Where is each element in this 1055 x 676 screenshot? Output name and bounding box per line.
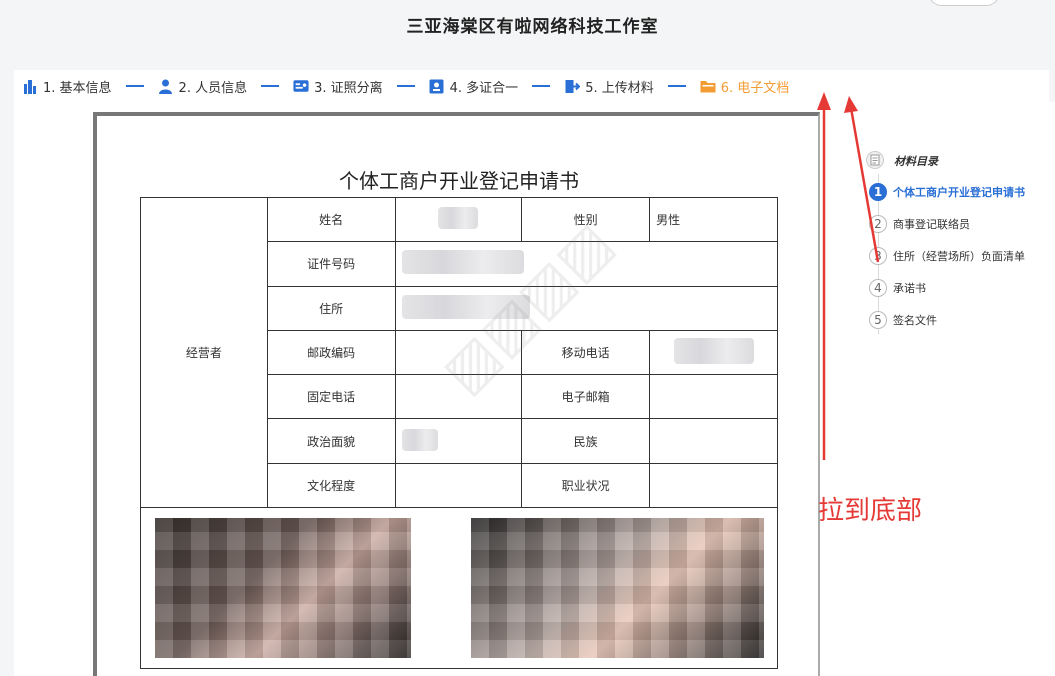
catalog-item-label: 住所（经营场所）负面清单 (893, 250, 1025, 263)
step-label: 6. 电子文档 (720, 80, 790, 96)
table-bottom-border (140, 668, 778, 669)
document-list-icon (866, 150, 884, 172)
upload-icon (564, 78, 580, 94)
step-electronic-documents[interactable]: 6. 电子文档 (700, 77, 790, 96)
field-label: 性别 (521, 196, 651, 243)
catalog-item-number: 3 (869, 247, 887, 265)
field-value: 男性 (649, 196, 778, 243)
field-label: 政治面貌 (266, 418, 396, 464)
step-personnel-info[interactable]: 2. 人员信息 (158, 77, 248, 96)
application-form-table: 经营者 姓名 性别 男性 证件号码 住所 邮政编码 移动电话 固定电话 电子邮箱 (140, 196, 778, 509)
page: 三亚海棠区有啦网络科技工作室 1. 基本信息 2. 人员信息 3. 证照分离 4… (0, 0, 1055, 676)
field-value (394, 374, 523, 420)
step-divider (261, 85, 280, 87)
id-card-photo-front (155, 518, 411, 658)
catalog-header: 材料目录 (866, 146, 1051, 176)
catalog-item-number: 2 (869, 215, 887, 233)
catalog-item-label: 签名文件 (893, 314, 937, 327)
catalog-item-number: 4 (869, 279, 887, 297)
field-value-redacted (649, 329, 778, 376)
field-value (394, 329, 523, 376)
building-icon (22, 78, 38, 94)
step-license-separation[interactable]: 3. 证照分离 (293, 77, 383, 96)
annotation-text: 拉到底部 (818, 496, 923, 526)
field-label: 文化程度 (266, 462, 396, 509)
catalog-title: 材料目录 (894, 155, 938, 168)
field-label: 民族 (521, 418, 651, 464)
id-photo-section (140, 508, 778, 668)
field-label: 移动电话 (521, 329, 651, 376)
field-label: 职业状况 (521, 462, 651, 509)
catalog-item-number: 5 (869, 311, 887, 329)
catalog-item-label: 承诺书 (893, 282, 926, 295)
field-value (649, 418, 778, 464)
catalog-item[interactable]: 1 个体工商户开业登记申请书 (866, 176, 1051, 208)
person-icon (158, 78, 174, 94)
field-label: 邮政编码 (266, 329, 396, 376)
field-value (394, 462, 523, 509)
step-label: 5. 上传材料 (585, 80, 654, 96)
catalog-item[interactable]: 3 住所（经营场所）负面清单 (866, 240, 1051, 272)
field-value-redacted (394, 285, 778, 331)
catalog-item[interactable]: 4 承诺书 (866, 272, 1051, 304)
section-label: 经营者 (140, 196, 268, 509)
step-navigation: 1. 基本信息 2. 人员信息 3. 证照分离 4. 多证合一 5. 上传材料 … (14, 70, 1049, 102)
material-catalog: 材料目录 1 个体工商户开业登记申请书 2 商事登记联络员 3 住所（经营场所）… (866, 146, 1051, 336)
table-row: 经营者 姓名 性别 男性 (140, 196, 778, 509)
field-value-redacted (394, 418, 523, 464)
catalog-item-number: 1 (869, 183, 887, 201)
step-multi-certificate[interactable]: 4. 多证合一 (429, 77, 519, 96)
field-value (649, 374, 778, 420)
page-title: 三亚海棠区有啦网络科技工作室 (406, 17, 659, 37)
catalog-item-label: 商事登记联络员 (893, 218, 970, 231)
field-label: 电子邮箱 (521, 374, 651, 420)
step-label: 2. 人员信息 (178, 80, 248, 96)
certificate-icon (429, 78, 445, 94)
step-divider (532, 85, 551, 87)
catalog-item-label: 个体工商户开业登记申请书 (893, 186, 1025, 199)
field-label: 固定电话 (266, 374, 396, 420)
document-title: 个体工商户开业登记申请书 (339, 169, 579, 193)
step-label: 3. 证照分离 (314, 80, 383, 96)
step-label: 1. 基本信息 (43, 80, 112, 96)
id-card-photo-back (471, 518, 764, 658)
field-label: 住所 (266, 285, 396, 331)
field-value-redacted (394, 241, 778, 287)
folder-icon (700, 78, 716, 94)
header: 三亚海棠区有啦网络科技工作室 (0, 0, 1055, 62)
id-card-icon (293, 78, 309, 94)
step-label: 4. 多证合一 (449, 80, 519, 96)
step-divider (396, 85, 415, 87)
field-label: 证件号码 (266, 241, 396, 287)
step-basic-info[interactable]: 1. 基本信息 (22, 77, 112, 96)
field-label: 姓名 (266, 196, 396, 243)
field-value (649, 462, 778, 509)
step-divider (667, 85, 686, 87)
field-value-redacted (394, 196, 523, 243)
step-upload-materials[interactable]: 5. 上传材料 (564, 77, 654, 96)
catalog-item[interactable]: 2 商事登记联络员 (866, 208, 1051, 240)
catalog-item[interactable]: 5 签名文件 (866, 304, 1051, 336)
user-menu[interactable] (928, 0, 1000, 6)
step-divider (125, 85, 144, 87)
